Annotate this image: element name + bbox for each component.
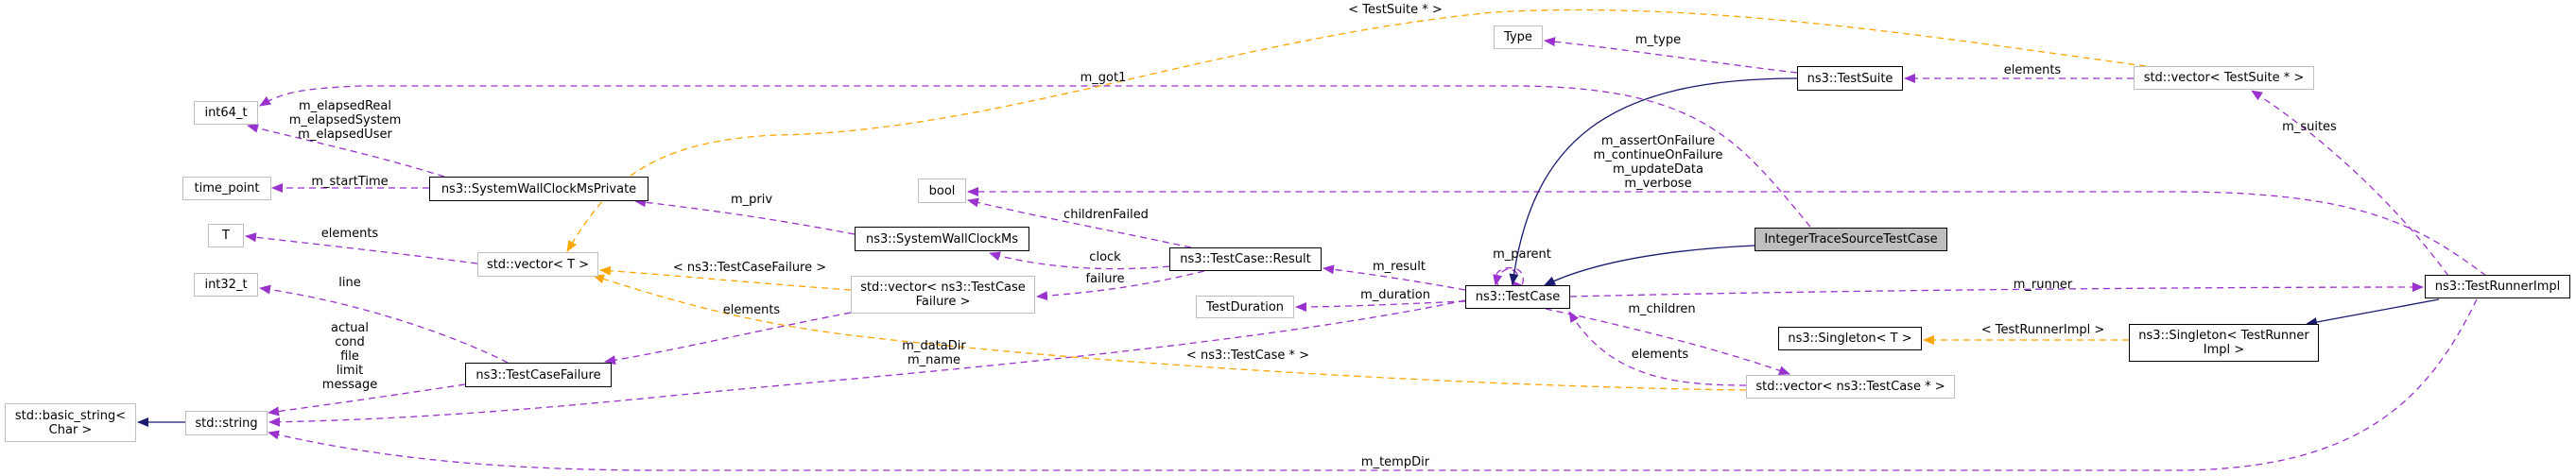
- node-integer-trace-source-test-case[interactable]: IntegerTraceSourceTestCase: [1755, 228, 1947, 251]
- edge-line: [259, 284, 509, 364]
- node-singleton-test-runner-impl[interactable]: ns3::Singleton< TestRunner Impl >: [2129, 324, 2319, 362]
- node-vector-t[interactable]: std::vector< T >: [477, 252, 598, 277]
- edge-got1: [259, 85, 1811, 228]
- node-test-case-result[interactable]: ns3::TestCase::Result: [1169, 247, 1322, 271]
- label-runner: m_runner: [2013, 278, 2073, 292]
- label-children: m_children: [1628, 302, 1696, 316]
- edge-parent: [1495, 266, 1530, 286]
- node-int64-t[interactable]: int64_t: [194, 101, 258, 125]
- node-test-case-failure[interactable]: ns3::TestCaseFailure: [465, 363, 612, 387]
- label-data-dir: m_dataDir m_name: [902, 339, 966, 367]
- label-got1: m_got1: [1080, 71, 1127, 85]
- label-start-time: m_startTime: [311, 175, 389, 189]
- label-failure: failure: [1085, 272, 1125, 286]
- node-time-point[interactable]: time_point: [182, 177, 271, 200]
- label-type: m_type: [1634, 33, 1682, 47]
- label-failure-fields: actual cond file limit message: [321, 321, 378, 392]
- edge-children: [1545, 308, 1790, 376]
- node-test-duration[interactable]: TestDuration: [1196, 296, 1294, 318]
- label-temp-dir: m_tempDir: [1360, 455, 1430, 469]
- node-system-wall-clock-ms[interactable]: ns3::SystemWallClockMs: [855, 227, 1029, 251]
- label-elements-failure: elements: [722, 303, 781, 317]
- label-clock: clock: [1089, 250, 1121, 264]
- label-result: m_result: [1373, 260, 1426, 274]
- node-system-wall-clock-ms-private[interactable]: ns3::SystemWallClockMsPrivate: [429, 177, 648, 201]
- label-elapsed: m_elapsedReal m_elapsedSystem m_elapsedU…: [288, 99, 402, 142]
- node-std-string[interactable]: std::string: [185, 411, 268, 435]
- node-vector-test-case[interactable]: std::vector< ns3::TestCase * >: [1746, 375, 1955, 399]
- edge-suites: [2251, 90, 2449, 277]
- edge-inherit-runner: [2306, 298, 2440, 327]
- node-vector-test-case-failure[interactable]: std::vector< ns3::TestCase Failure >: [851, 276, 1035, 314]
- label-elements-suite: elements: [2003, 63, 2062, 77]
- edge-runner: [1569, 282, 2424, 298]
- label-priv: m_priv: [730, 193, 773, 207]
- edge-inherit-integer: [1544, 245, 1755, 286]
- node-vector-test-suite[interactable]: std::vector< TestSuite * >: [2134, 66, 2314, 90]
- node-basic-string[interactable]: std::basic_string< Char >: [5, 403, 136, 442]
- node-int32-t[interactable]: int32_t: [194, 273, 258, 297]
- node-test-runner-impl[interactable]: ns3::TestRunnerImpl: [2425, 275, 2570, 298]
- node-test-case[interactable]: ns3::TestCase: [1465, 285, 1570, 309]
- label-tpl-failure: < ns3::TestCaseFailure >: [672, 261, 827, 275]
- label-parent: m_parent: [1493, 247, 1551, 262]
- label-tpl-testcase: < ns3::TestCase * >: [1185, 348, 1310, 363]
- label-tpl-suite: < TestSuite * >: [1348, 3, 1443, 17]
- node-test-suite[interactable]: ns3::TestSuite: [1797, 66, 1903, 91]
- node-singleton-t[interactable]: ns3::Singleton< T >: [1778, 327, 1922, 350]
- label-duration: m_duration: [1360, 288, 1430, 302]
- label-flags: m_assertOnFailure m_continueOnFailure m_…: [1593, 134, 1723, 191]
- node-bool[interactable]: bool: [918, 178, 966, 203]
- label-tpl-runner: < TestRunnerImpl >: [1980, 323, 2105, 337]
- label-elements-t: elements: [320, 227, 379, 241]
- label-children-failed: childrenFailed: [1063, 208, 1149, 222]
- node-type[interactable]: Type: [1494, 26, 1543, 49]
- collaboration-diagram: int64_t time_point T int32_t std::basic_…: [0, 0, 2576, 476]
- edge-tpl-testcase: [593, 274, 1747, 391]
- label-elements-testcase: elements: [1631, 348, 1689, 362]
- label-line: line: [338, 276, 361, 290]
- edge-clock: [989, 251, 1170, 270]
- node-t[interactable]: T: [208, 224, 244, 247]
- label-suites: m_suites: [2282, 120, 2337, 134]
- edge-tpl-suite: [566, 8, 2147, 252]
- edge-elements-failure: [604, 312, 852, 366]
